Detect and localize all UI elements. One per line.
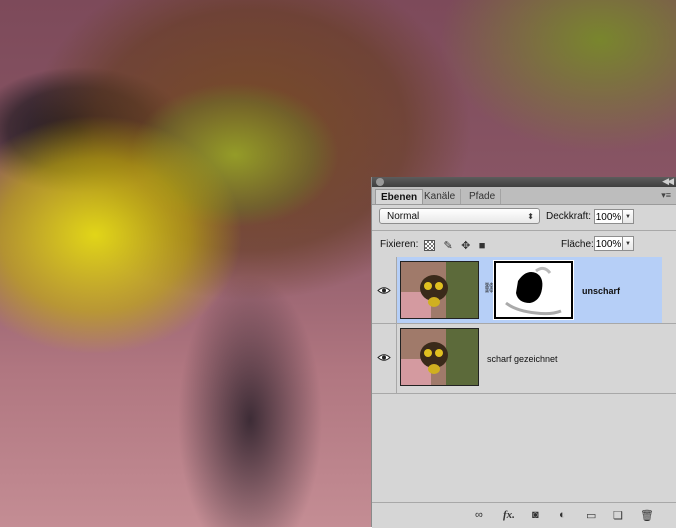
new-group-icon[interactable]: ▭ [586,509,596,522]
lock-all-icon[interactable]: ■ [479,240,486,252]
mask-shape-image [496,263,571,317]
panel-menu-icon[interactable]: ▾≡ [661,190,671,201]
collapse-panel-icon[interactable]: ◀◀ [662,176,674,187]
opacity-input[interactable]: 100% [594,209,623,224]
new-layer-icon[interactable]: ❏ [613,509,623,522]
panel-footer: ∞ fx. ◙ ◐ ▭ ❏ 🗑 [372,502,676,528]
layer-thumbnail[interactable] [400,261,479,319]
panel-titlebar[interactable]: ◀◀ [372,176,676,187]
fill-input[interactable]: 100% [594,236,623,251]
visibility-cell[interactable] [372,257,397,323]
visibility-cell[interactable] [372,324,397,393]
add-mask-icon[interactable]: ◙ [532,509,539,521]
blend-mode-value: Normal [387,211,420,222]
opacity-dropdown-icon[interactable]: ▼ [623,209,634,224]
link-layers-icon[interactable]: ∞ [475,509,483,521]
tab-ebenen[interactable]: Ebenen [375,189,424,204]
lock-position-move-icon[interactable]: ✥ [461,239,470,252]
layers-panel: ◀◀ Ebenen Kanäle Pfade ▾≡ Normal ⬍ Deckk… [371,176,676,528]
layer-name[interactable]: scharf gezeichnet [487,354,558,364]
blend-mode-select[interactable]: Normal ⬍ [379,208,540,224]
fill-label: Fläche: [561,239,594,250]
updown-arrows-icon: ⬍ [527,212,534,221]
dragonfly-thumbnail-image [401,262,478,318]
close-icon[interactable] [376,178,384,186]
layer-thumbnail[interactable] [400,328,479,386]
layer-row-scharf-gezeichnet[interactable]: scharf gezeichnet [372,324,676,394]
layer-content[interactable]: scharf gezeichnet [397,324,662,393]
lock-icons-group: ✎ ✥ ■ [424,237,489,255]
adjustment-layer-icon[interactable]: ◐ [559,509,566,521]
delete-layer-icon[interactable]: 🗑 [640,509,654,522]
fx-icon[interactable]: fx. [503,509,515,521]
lock-label: Fixieren: [380,239,419,250]
eye-icon[interactable] [377,353,391,362]
fill-dropdown-icon[interactable]: ▼ [623,236,634,251]
panel-tabbar: Ebenen Kanäle Pfade ▾≡ [372,187,676,205]
layer-row-unscharf[interactable]: ⛓ unscharf [372,257,676,324]
layer-name[interactable]: unscharf [582,286,620,296]
lock-transparent-icon[interactable] [424,240,435,252]
tab-pfade[interactable]: Pfade [464,189,502,204]
layer-content[interactable]: ⛓ unscharf [397,257,662,323]
tab-kanaele[interactable]: Kanäle [419,189,462,204]
divider [372,230,676,231]
eye-icon[interactable] [377,286,391,295]
lock-pixels-brush-icon[interactable]: ✎ [443,239,452,252]
dragonfly-thumbnail-image [401,329,478,385]
layers-list: ⛓ unscharf scharf gezeichnet [372,257,676,497]
opacity-label: Deckkraft: [546,211,592,222]
layer-mask-thumbnail[interactable] [493,260,574,320]
